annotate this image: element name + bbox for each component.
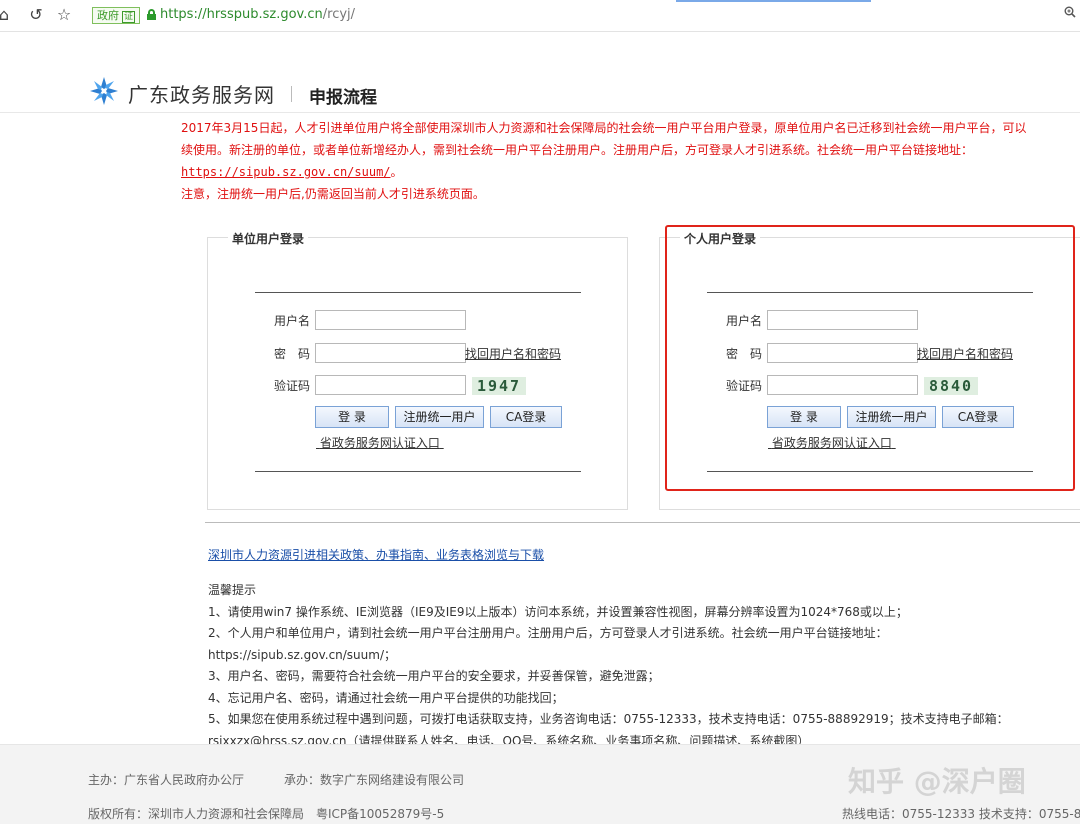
tip-item: 5、如果您在使用系统过程中遇到问题，可拨打电话获取支持，业务咨询电话：0755-… [208, 712, 1009, 726]
policy-download-link[interactable]: 深圳市人力资源引进相关政策、办事指南、业务表格浏览与下载 [208, 546, 544, 563]
site-footer: 主办：广东省人民政府办公厅 承办：数字广东网络建设有限公司 版权所有：深圳市人力… [0, 744, 1080, 824]
notice-line-4: 注意，注册统一用户后,仍需返回当前人才引进系统页面。 [181, 187, 485, 201]
footer-hotline: 热线电话：0755-12333 技术支持：0755-8 [842, 807, 1080, 821]
tip-item: 3、用户名、密码，需要符合社会统一用户平台的安全要求，并妥善保管，避免泄露； [208, 669, 660, 683]
unit-captcha-input[interactable] [315, 375, 466, 395]
tip-item: 4、忘记用户名、密码，请通过社会统一用户平台提供的功能找回； [208, 690, 564, 705]
unit-captcha-image[interactable]: 1947 [472, 377, 526, 395]
tip-item: https://sipub.sz.gov.cn/suum/； [208, 647, 397, 662]
tip-item: 1、请使用win7 操作系统、IE浏览器（IE9及IE9以上版本）访问本系统，并… [208, 604, 908, 619]
notice-line-2: 续使用。新注册的单位，或者单位新增经办人，需到社会统一用户平台注册用户。注册用户… [181, 143, 974, 157]
certificate-icon: 证 [122, 11, 136, 23]
unit-ca-login-button[interactable]: CA登录 [490, 406, 562, 428]
footer-copyright: 版权所有：深圳市人力资源和社会保障局 粤ICP备10052879号-5 [88, 807, 445, 821]
notice-line-1: 2017年3月15日起，人才引进单位用户将全部使用深圳市人力资源和社会保障局的社… [181, 121, 1027, 135]
unit-portal-auth-link[interactable]: 省政务服务网认证入口 [316, 434, 444, 451]
footer-sponsor: 主办：广东省人民政府办公厅 [88, 773, 245, 787]
suum-link[interactable]: https://sipub.sz.gov.cn/suum/ [181, 165, 391, 179]
tips-section: 温馨提示 1、请使用win7 操作系统、IE浏览器（IE9及IE9以上版本）访问… [208, 580, 1080, 752]
panel-rule [255, 292, 581, 293]
page-title: 申报流程 [309, 88, 377, 108]
notice-link-suffix: 。 [390, 165, 403, 179]
footer-organizer: 承办：数字广东网络建设有限公司 [284, 773, 465, 787]
undo-icon[interactable]: ↺ [26, 5, 46, 25]
active-tab-indicator [676, 0, 871, 2]
star-icon[interactable]: ☆ [54, 5, 74, 25]
unit-login-button[interactable]: 登 录 [315, 406, 389, 428]
site-logo-icon[interactable] [88, 75, 120, 107]
highlight-box [665, 225, 1075, 491]
section-divider [205, 522, 1080, 523]
home-icon[interactable]: ⌂ [0, 5, 14, 25]
address-bar[interactable]: https://hrsspub.sz.gov.cn/rcyj/ [160, 7, 355, 22]
tip-item: 2、个人用户和单位用户，请到社会统一用户平台注册用户。注册用户后，方可登录人才引… [208, 626, 888, 640]
unit-register-button[interactable]: 注册统一用户 [395, 406, 484, 428]
unit-login-panel: 单位用户登录 用户名 密 码 找回用户名和密码 验证码 1947 登 录 注册统… [207, 230, 628, 510]
registration-notice: 2017年3月15日起，人才引进单位用户将全部使用深圳市人力资源和社会保障局的社… [181, 117, 1080, 205]
panel-rule [255, 471, 581, 472]
zoom-icon[interactable] [1064, 6, 1076, 22]
header-divider [291, 86, 292, 102]
zhihu-watermark: 知乎 @深户圈 [848, 765, 1026, 798]
unit-forgot-password-link[interactable]: 找回用户名和密码 [465, 345, 561, 362]
password-label: 密 码 [274, 347, 311, 361]
unit-login-title: 单位用户登录 [228, 230, 309, 247]
tips-title: 温馨提示 [208, 583, 257, 597]
site-name[interactable]: 广东政务服务网 [128, 79, 275, 108]
captcha-label: 验证码 [274, 379, 311, 393]
unit-username-input[interactable] [315, 310, 466, 330]
username-label: 用户名 [274, 314, 311, 328]
lock-icon [147, 9, 156, 20]
gov-site-badge[interactable]: 政府证 [92, 7, 141, 24]
unit-password-input[interactable] [315, 343, 466, 363]
browser-toolbar: ⌂ ↺ ☆ 政府证 https://hrsspub.sz.gov.cn/rcyj… [0, 0, 1080, 32]
